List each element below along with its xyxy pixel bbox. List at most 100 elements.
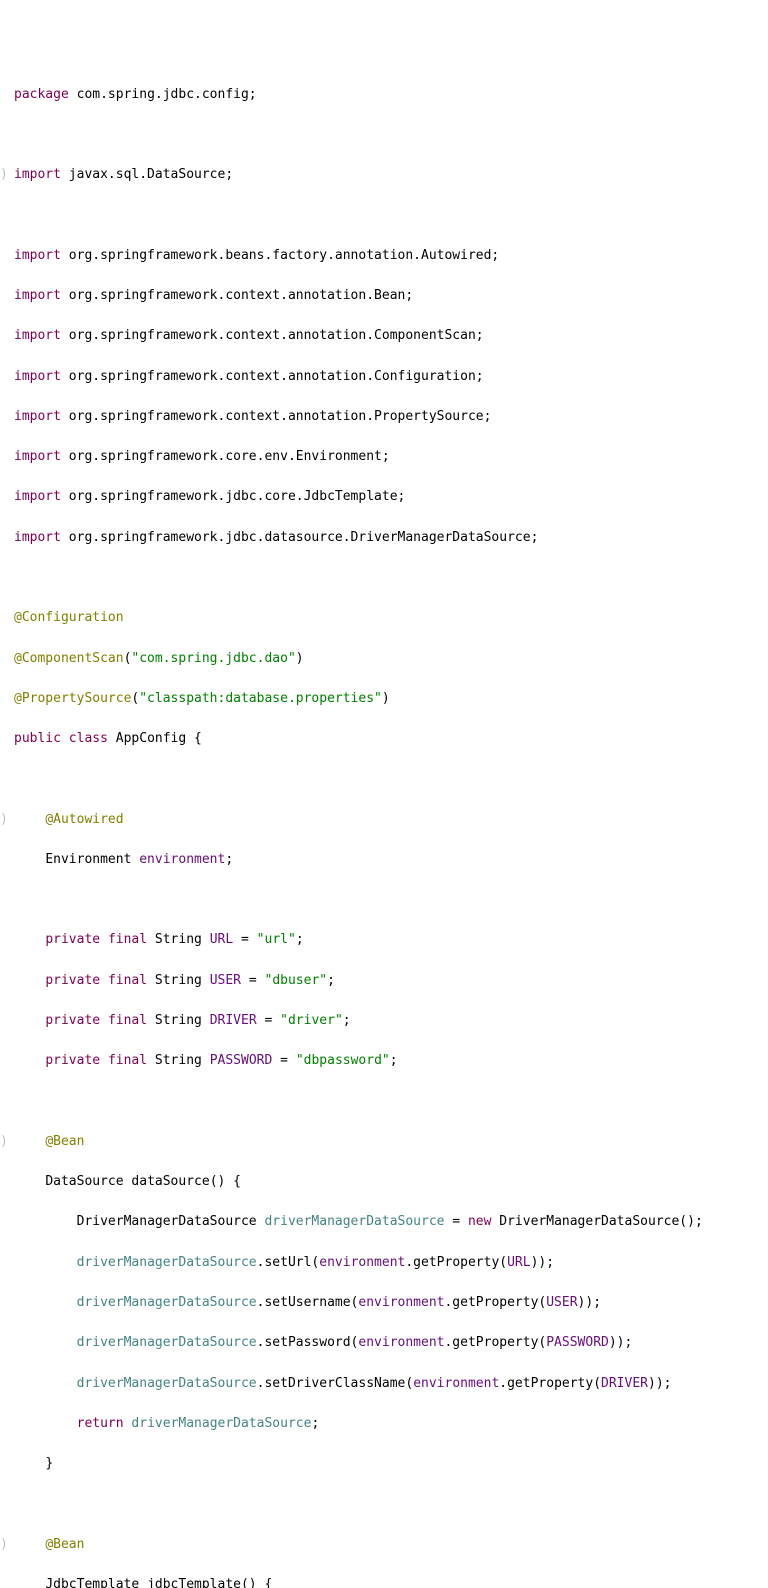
set-username: .setUsername(	[257, 1295, 359, 1310]
class-keyword: class	[69, 731, 108, 746]
import-keyword: import	[14, 449, 61, 464]
set-url: .setUrl(	[257, 1255, 320, 1270]
get-property: .getProperty(	[405, 1255, 507, 1270]
import-line: org.springframework.beans.factory.annota…	[61, 248, 499, 263]
semicolon: ;	[390, 1053, 398, 1068]
dmds-type: DriverManagerDataSource	[77, 1214, 257, 1229]
private-keyword: private	[45, 932, 100, 947]
semicolon: ;	[327, 973, 335, 988]
import-keyword: import	[14, 369, 61, 384]
environment-field: environment	[139, 852, 225, 867]
return-keyword: return	[77, 1416, 124, 1431]
gutter-mark: )	[0, 1535, 14, 1555]
annotation-propertysource: @PropertySource	[14, 691, 131, 706]
dmds-var: driverManagerDataSource	[131, 1416, 311, 1431]
user-ref: USER	[546, 1295, 577, 1310]
import-keyword: import	[14, 288, 61, 303]
semicolon: ;	[593, 1295, 601, 1310]
url-ref: URL	[507, 1255, 530, 1270]
url-field: URL	[210, 932, 233, 947]
password-ref: PASSWORD	[546, 1335, 609, 1350]
brace: {	[225, 1174, 241, 1189]
gutter-mark: )	[0, 810, 14, 830]
datasource-type: DataSource	[45, 1174, 123, 1189]
driver-ref: DRIVER	[601, 1376, 648, 1391]
package-name: com.spring.jdbc.config;	[69, 87, 257, 102]
public-keyword: public	[14, 731, 61, 746]
driver-value: "driver"	[280, 1013, 343, 1028]
dmds-var: driverManagerDataSource	[77, 1295, 257, 1310]
semicolon: ;	[664, 1376, 672, 1391]
jdbctemplate-type: JdbcTemplate	[45, 1577, 139, 1588]
set-password: .setPassword(	[257, 1335, 359, 1350]
import-line: org.springframework.context.annotation.P…	[61, 409, 491, 424]
semicolon: ;	[625, 1335, 633, 1350]
string-type: String	[155, 973, 202, 988]
import-line: org.springframework.context.annotation.B…	[61, 288, 413, 303]
equals: =	[233, 932, 256, 947]
gutter-mark: )	[0, 165, 14, 185]
gutter-mark: )	[0, 1132, 14, 1152]
semicolon: ;	[695, 1214, 703, 1229]
dmds-type: DriverManagerDataSource	[499, 1214, 679, 1229]
final-keyword: final	[108, 973, 147, 988]
package-keyword: package	[14, 87, 69, 102]
import-keyword: import	[14, 328, 61, 343]
annotation-bean: @Bean	[45, 1134, 84, 1149]
semicolon: ;	[311, 1416, 319, 1431]
environment-type: Environment	[45, 852, 131, 867]
private-keyword: private	[45, 1053, 100, 1068]
import-line: org.springframework.context.annotation.C…	[61, 328, 484, 343]
annotation-autowired: @Autowired	[45, 812, 123, 827]
dmds-var: driverManagerDataSource	[77, 1255, 257, 1270]
driver-field: DRIVER	[210, 1013, 257, 1028]
get-property: .getProperty(	[444, 1335, 546, 1350]
private-keyword: private	[45, 1013, 100, 1028]
annotation-configuration: @Configuration	[14, 610, 124, 625]
final-keyword: final	[108, 1013, 147, 1028]
import-keyword: import	[14, 489, 61, 504]
set-driver: .setDriverClassName(	[257, 1376, 414, 1391]
parens: ()	[210, 1174, 226, 1189]
parens: ()	[241, 1577, 257, 1588]
import-keyword: import	[14, 167, 61, 182]
equals: =	[272, 1053, 295, 1068]
propertysource-arg: "classpath:database.properties"	[139, 691, 382, 706]
dmds-var: driverManagerDataSource	[77, 1376, 257, 1391]
string-type: String	[155, 1013, 202, 1028]
componentscan-arg: "com.spring.jdbc.dao"	[131, 651, 295, 666]
import-keyword: import	[14, 248, 61, 263]
import-keyword: import	[14, 530, 61, 545]
equals: =	[257, 1013, 280, 1028]
import-line: org.springframework.jdbc.datasource.Driv…	[61, 530, 538, 545]
import-line: org.springframework.jdbc.core.JdbcTempla…	[61, 489, 405, 504]
annotation-bean: @Bean	[45, 1537, 84, 1552]
paren: )	[382, 691, 390, 706]
url-value: "url"	[257, 932, 296, 947]
code-block: package com.spring.jdbc.config; )import …	[0, 64, 766, 1588]
new-keyword: new	[468, 1214, 491, 1229]
brace: }	[45, 1456, 53, 1471]
equals: =	[241, 973, 264, 988]
brace: {	[186, 731, 202, 746]
final-keyword: final	[108, 1053, 147, 1068]
semicolon: ;	[546, 1255, 554, 1270]
class-name: AppConfig	[116, 731, 186, 746]
paren: )	[296, 651, 304, 666]
user-value: "dbuser"	[265, 973, 328, 988]
password-field: PASSWORD	[210, 1053, 273, 1068]
string-type: String	[155, 1053, 202, 1068]
semicolon: ;	[225, 852, 233, 867]
env-ref: environment	[358, 1335, 444, 1350]
import-keyword: import	[14, 409, 61, 424]
datasource-method: dataSource	[131, 1174, 209, 1189]
env-ref: environment	[319, 1255, 405, 1270]
private-keyword: private	[45, 973, 100, 988]
brace: {	[257, 1577, 273, 1588]
parens: ()	[679, 1214, 695, 1229]
import-line: org.springframework.core.env.Environment…	[61, 449, 390, 464]
env-ref: environment	[413, 1376, 499, 1391]
semicolon: ;	[296, 932, 304, 947]
env-ref: environment	[358, 1295, 444, 1310]
equals: =	[444, 1214, 467, 1229]
